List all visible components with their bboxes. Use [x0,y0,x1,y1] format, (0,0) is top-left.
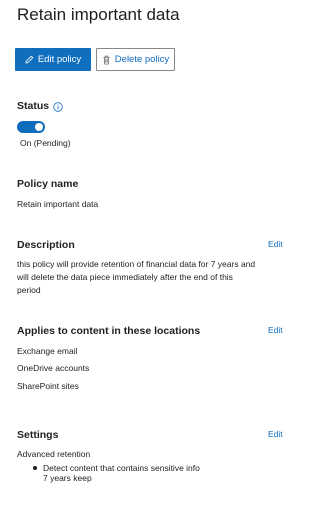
status-value: On (Pending) [20,138,71,148]
trash-icon [102,55,111,65]
pencil-icon [25,55,34,64]
policy-name-heading: Policy name [17,178,79,190]
location-item: OneDrive accounts [17,363,90,373]
delete-policy-label: Delete policy [114,54,170,65]
description-line: period [17,285,41,295]
settings-edit-link[interactable]: Edit [268,429,283,439]
locations-heading: Applies to content in these locations [17,325,201,337]
policy-name-value: Retain important data [17,199,99,209]
description-text: this policy will provide retention of fi… [17,258,255,297]
description-line: will delete the data piece immediately a… [17,272,233,282]
description-edit-link[interactable]: Edit [268,239,283,249]
settings-label: Advanced retention [17,449,91,459]
description-heading: Description [17,239,75,251]
location-item: Exchange email [17,346,78,356]
delete-policy-button[interactable]: Delete policy [96,48,175,71]
location-item: SharePoint sites [17,381,79,391]
status-heading: Status [17,100,50,112]
settings-heading: Settings [17,429,59,441]
locations-edit-link[interactable]: Edit [268,325,283,335]
settings-detail: 7 years keep [43,473,92,483]
edit-policy-button[interactable]: Edit policy [15,48,91,71]
status-toggle[interactable] [17,121,45,133]
page-title: Retain important data [17,5,180,24]
toggle-knob [35,123,43,131]
description-line: this policy will provide retention of fi… [17,259,256,269]
edit-policy-label: Edit policy [37,54,82,65]
info-icon[interactable] [53,99,63,112]
